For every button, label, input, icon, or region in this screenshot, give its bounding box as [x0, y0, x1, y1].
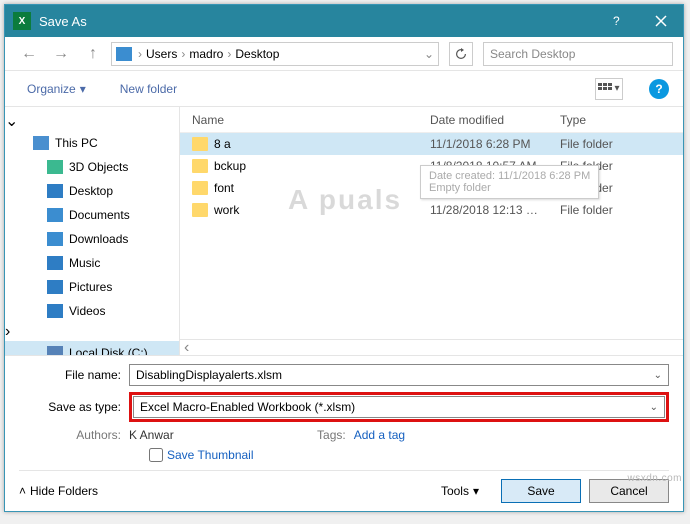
tree-music[interactable]: Music	[5, 251, 179, 275]
crumb-madro[interactable]: madro	[185, 47, 227, 61]
chevron-down-icon: ▾	[473, 484, 479, 498]
hide-folders-button[interactable]: ˄ Hide Folders	[19, 484, 98, 498]
tooltip: Date created: 11/1/2018 6:28 PM Empty fo…	[420, 165, 599, 199]
titlebar: X Save As ?	[5, 5, 683, 37]
savetype-label: Save as type:	[19, 400, 129, 414]
col-type[interactable]: Type	[560, 113, 683, 127]
footer: File name: DisablingDisplayalerts.xlsm ⌄…	[5, 355, 683, 511]
excel-icon: X	[13, 12, 31, 30]
question-icon: ?	[610, 14, 624, 28]
close-button[interactable]	[639, 5, 683, 37]
crumb-desktop[interactable]: Desktop	[231, 47, 283, 61]
tags-label: Tags:	[314, 428, 354, 442]
toolbar: Organize ▾ New folder ▾ ?	[5, 71, 683, 107]
col-name[interactable]: Name	[180, 113, 430, 127]
main-pane: ⌄ This PC 3D Objects Desktop Documents D…	[5, 107, 683, 355]
chevron-down-icon[interactable]: ⌄	[650, 402, 658, 413]
tree-3d-objects[interactable]: 3D Objects	[5, 155, 179, 179]
svg-text:?: ?	[613, 14, 620, 28]
organize-button[interactable]: Organize ▾	[19, 78, 94, 100]
tree-this-pc[interactable]: This PC	[5, 131, 179, 155]
expand-icon[interactable]: ›	[5, 323, 10, 340]
folder-icon	[192, 181, 208, 195]
chevron-down-icon: ▾	[614, 83, 619, 94]
sidebar: ⌄ This PC 3D Objects Desktop Documents D…	[5, 107, 180, 355]
folder-icon	[192, 159, 208, 173]
file-row[interactable]: work 11/28/2018 12:13 … File folder	[180, 199, 683, 221]
chevron-up-icon: ˄	[19, 484, 26, 498]
file-row[interactable]: 8 a 11/1/2018 6:28 PM File folder	[180, 133, 683, 155]
nav-forward-button[interactable]: →	[47, 40, 75, 68]
tools-button[interactable]: Tools ▾	[441, 484, 479, 498]
breadcrumb[interactable]: › Users › madro › Desktop ⌄	[111, 42, 439, 66]
refresh-icon	[455, 48, 467, 60]
documents-icon	[47, 208, 63, 222]
nav-up-button[interactable]: ↑	[79, 40, 107, 68]
help-icon-button[interactable]: ?	[649, 79, 669, 99]
search-input[interactable]: Search Desktop	[483, 42, 673, 66]
save-as-dialog: X Save As ? ← → ↑ › Users › madro › Desk…	[4, 4, 684, 512]
save-thumbnail-label: Save Thumbnail	[167, 448, 254, 462]
nav-back-button[interactable]: ←	[15, 40, 43, 68]
close-icon	[655, 15, 667, 27]
authors-value[interactable]: K Anwar	[129, 428, 174, 442]
drive-icon	[116, 47, 132, 61]
tree-documents[interactable]: Documents	[5, 203, 179, 227]
file-pane: Name Date modified Type 8 a 11/1/2018 6:…	[180, 107, 683, 355]
view-icon	[598, 83, 612, 95]
downloads-icon	[47, 232, 63, 246]
tree-local-disk-c[interactable]: Local Disk (C:)	[5, 341, 179, 355]
filename-label: File name:	[19, 368, 129, 382]
music-icon	[47, 256, 63, 270]
folder-icon	[192, 137, 208, 151]
new-folder-button[interactable]: New folder	[112, 78, 185, 100]
help-button[interactable]: ?	[595, 5, 639, 37]
chevron-down-icon[interactable]: ⌄	[424, 47, 434, 61]
file-list: 8 a 11/1/2018 6:28 PM File folder bckup …	[180, 133, 683, 339]
tree-videos[interactable]: Videos	[5, 299, 179, 323]
horizontal-scrollbar[interactable]: ‹	[180, 339, 683, 355]
filename-input[interactable]: DisablingDisplayalerts.xlsm ⌄	[129, 364, 669, 386]
desktop-icon	[47, 184, 63, 198]
videos-icon	[47, 304, 63, 318]
chevron-down-icon[interactable]: ⌄	[654, 370, 662, 381]
source-watermark: wsxdn.com	[627, 473, 682, 484]
col-date[interactable]: Date modified	[430, 113, 560, 127]
window-title: Save As	[39, 14, 595, 29]
tree-desktop[interactable]: Desktop	[5, 179, 179, 203]
tree-pictures[interactable]: Pictures	[5, 275, 179, 299]
pc-icon	[33, 136, 49, 150]
view-mode-button[interactable]: ▾	[595, 78, 623, 100]
disk-icon	[47, 346, 63, 355]
crumb-users[interactable]: Users	[142, 47, 181, 61]
tree-downloads[interactable]: Downloads	[5, 227, 179, 251]
tags-link[interactable]: Add a tag	[354, 428, 405, 442]
save-button[interactable]: Save	[501, 479, 581, 503]
pictures-icon	[47, 280, 63, 294]
search-placeholder: Search Desktop	[490, 47, 575, 61]
save-thumbnail-checkbox[interactable]	[149, 448, 163, 462]
nav-bar: ← → ↑ › Users › madro › Desktop ⌄ Search…	[5, 37, 683, 71]
savetype-select[interactable]: Excel Macro-Enabled Workbook (*.xlsm) ⌄	[133, 396, 665, 418]
folder-icon	[192, 203, 208, 217]
chevron-down-icon: ▾	[80, 82, 86, 96]
cube-icon	[47, 160, 63, 174]
collapse-icon[interactable]: ⌄	[5, 113, 18, 130]
column-headers: Name Date modified Type	[180, 107, 683, 133]
authors-label: Authors:	[19, 428, 129, 442]
refresh-button[interactable]	[449, 42, 473, 66]
